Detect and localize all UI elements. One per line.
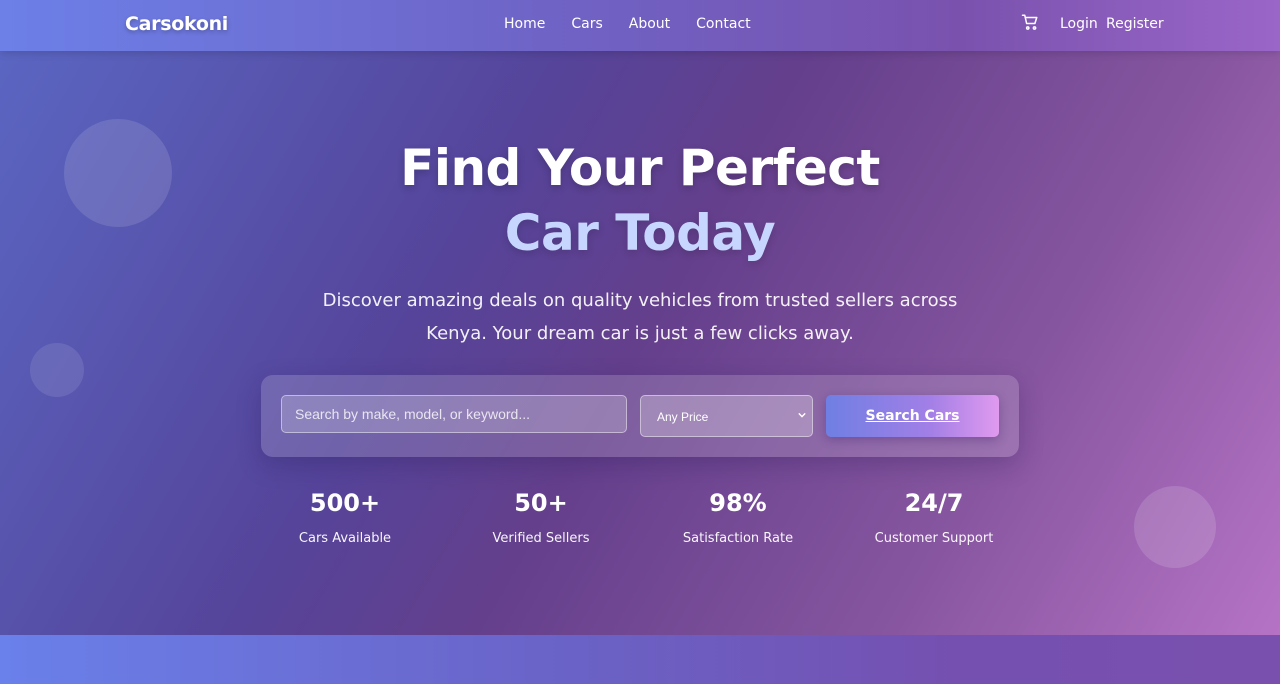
navbar: Carsokoni Home Cars About Contact Login … — [0, 0, 1280, 51]
search-cars-button[interactable]: Search Cars — [826, 395, 999, 437]
stat-value: 500+ — [309, 489, 381, 517]
chevron-down-icon — [798, 412, 806, 418]
stat-label: Satisfaction Rate — [682, 531, 794, 546]
main-nav: Home Cars About Contact — [504, 16, 777, 32]
stat-label: Verified Sellers — [492, 531, 590, 546]
stat-label: Customer Support — [874, 531, 994, 546]
stat-satisfaction-rate: 98% Satisfaction Rate — [638, 489, 838, 546]
nav-link-cars[interactable]: Cars — [571, 16, 602, 32]
nav-link-home[interactable]: Home — [504, 16, 545, 32]
register-link[interactable]: Register — [1106, 16, 1164, 32]
search-panel: Any Price Search Cars — [261, 375, 1019, 457]
brand-logo[interactable]: Carsokoni — [125, 13, 228, 35]
nav-link-about[interactable]: About — [629, 16, 670, 32]
hero-subtitle: Discover amazing deals on quality vehicl… — [322, 290, 958, 344]
nav-link-contact[interactable]: Contact — [696, 16, 750, 32]
price-select-value: Any Price — [657, 410, 709, 424]
stat-label: Cars Available — [298, 531, 392, 546]
stat-verified-sellers: 50+ Verified Sellers — [441, 489, 641, 546]
hero-section: Find Your Perfect Car Today Discover ama… — [0, 51, 1280, 635]
hero-title-line1: Find Your Perfect — [400, 139, 880, 197]
stat-value: 98% — [709, 489, 767, 517]
price-select[interactable]: Any Price — [640, 395, 813, 437]
decorative-circle — [30, 343, 84, 397]
search-input[interactable] — [281, 395, 627, 433]
stat-value: 50+ — [514, 489, 568, 517]
stat-customer-support: 24/7 Customer Support — [834, 489, 1034, 546]
stat-cars-available: 500+ Cars Available — [245, 489, 445, 546]
hero-title-line2: Car Today — [504, 204, 776, 262]
stat-value: 24/7 — [904, 489, 964, 517]
decorative-circle — [1134, 486, 1216, 568]
search-cars-label: Search Cars — [865, 408, 960, 424]
login-link[interactable]: Login — [1060, 16, 1098, 32]
cart-icon[interactable] — [1021, 13, 1041, 33]
next-section-strip — [0, 635, 1280, 684]
